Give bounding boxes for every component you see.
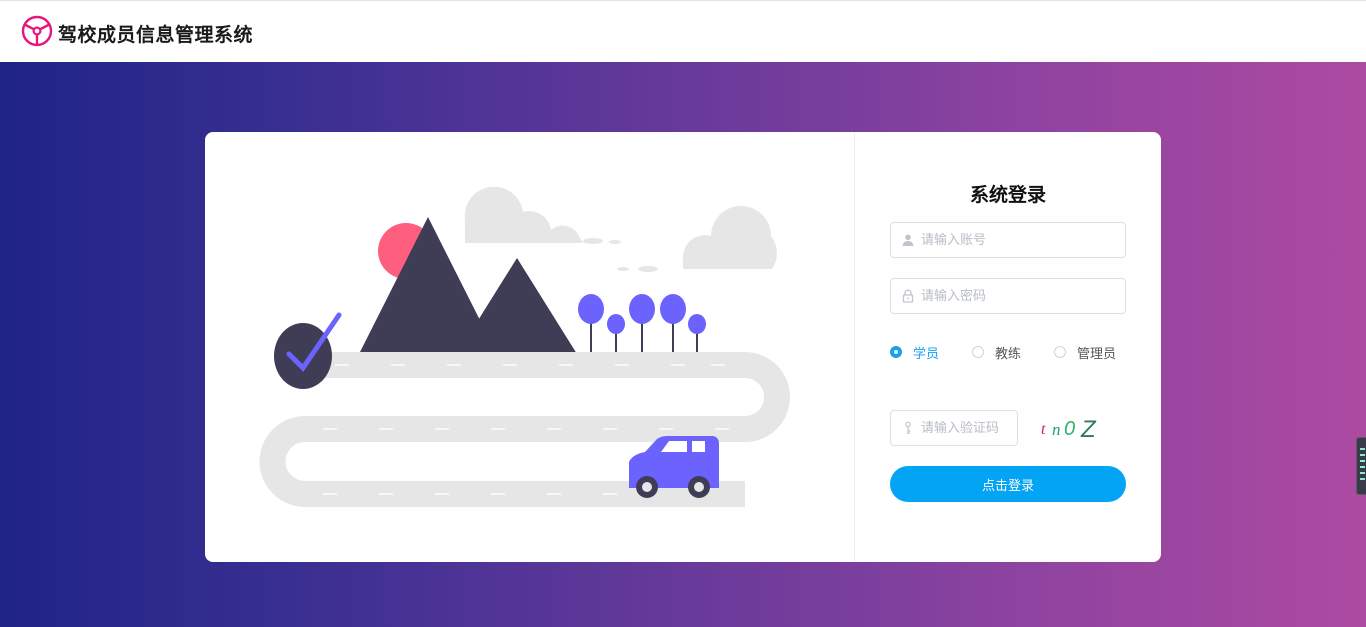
account-input[interactable]	[921, 223, 1117, 257]
role-label-coach: 教练	[995, 346, 1022, 362]
captcha-input[interactable]	[921, 411, 1013, 445]
role-label-student: 学员	[913, 346, 940, 362]
captcha-image[interactable]: t n 0 Z	[1039, 412, 1109, 444]
password-input[interactable]	[921, 279, 1117, 313]
app-title: 驾校成员信息管理系统	[58, 24, 254, 46]
login-title: 系统登录	[969, 184, 1046, 206]
captcha-char: t	[1041, 421, 1046, 438]
captcha-char: Z	[1080, 416, 1097, 443]
radio-indicator[interactable]	[972, 346, 984, 358]
road-trip-illustration	[259, 186, 790, 507]
user-icon	[902, 234, 914, 246]
mountain-small	[457, 258, 577, 354]
captcha-field[interactable]	[890, 410, 1018, 446]
side-widget-handle[interactable]	[1356, 437, 1366, 495]
login-button[interactable]: 点击登录	[890, 466, 1126, 502]
lock-icon	[902, 289, 914, 303]
key-icon	[905, 421, 911, 434]
role-radio-group: 学员 教练 管理员	[890, 342, 1150, 362]
steering-wheel-icon	[21, 15, 53, 47]
captcha-char: 0	[1064, 418, 1075, 440]
radio-indicator[interactable]	[890, 346, 902, 358]
role-radio-admin[interactable]: 管理员	[1054, 342, 1116, 362]
trees	[578, 294, 706, 352]
top-bar: 驾校成员信息管理系统	[0, 0, 1366, 62]
account-field[interactable]	[890, 222, 1126, 258]
captcha-char: n	[1052, 420, 1061, 439]
login-card: 系统登录 学员 教练 管理员	[205, 132, 1161, 562]
role-radio-coach[interactable]: 教练	[972, 342, 1021, 362]
check-badge	[274, 323, 332, 389]
role-label-admin: 管理员	[1077, 346, 1117, 362]
cloud-right	[617, 206, 777, 272]
cloud-left	[464, 186, 621, 244]
role-radio-student[interactable]: 学员	[890, 342, 939, 362]
password-field[interactable]	[890, 278, 1126, 314]
radio-indicator[interactable]	[1054, 346, 1066, 358]
